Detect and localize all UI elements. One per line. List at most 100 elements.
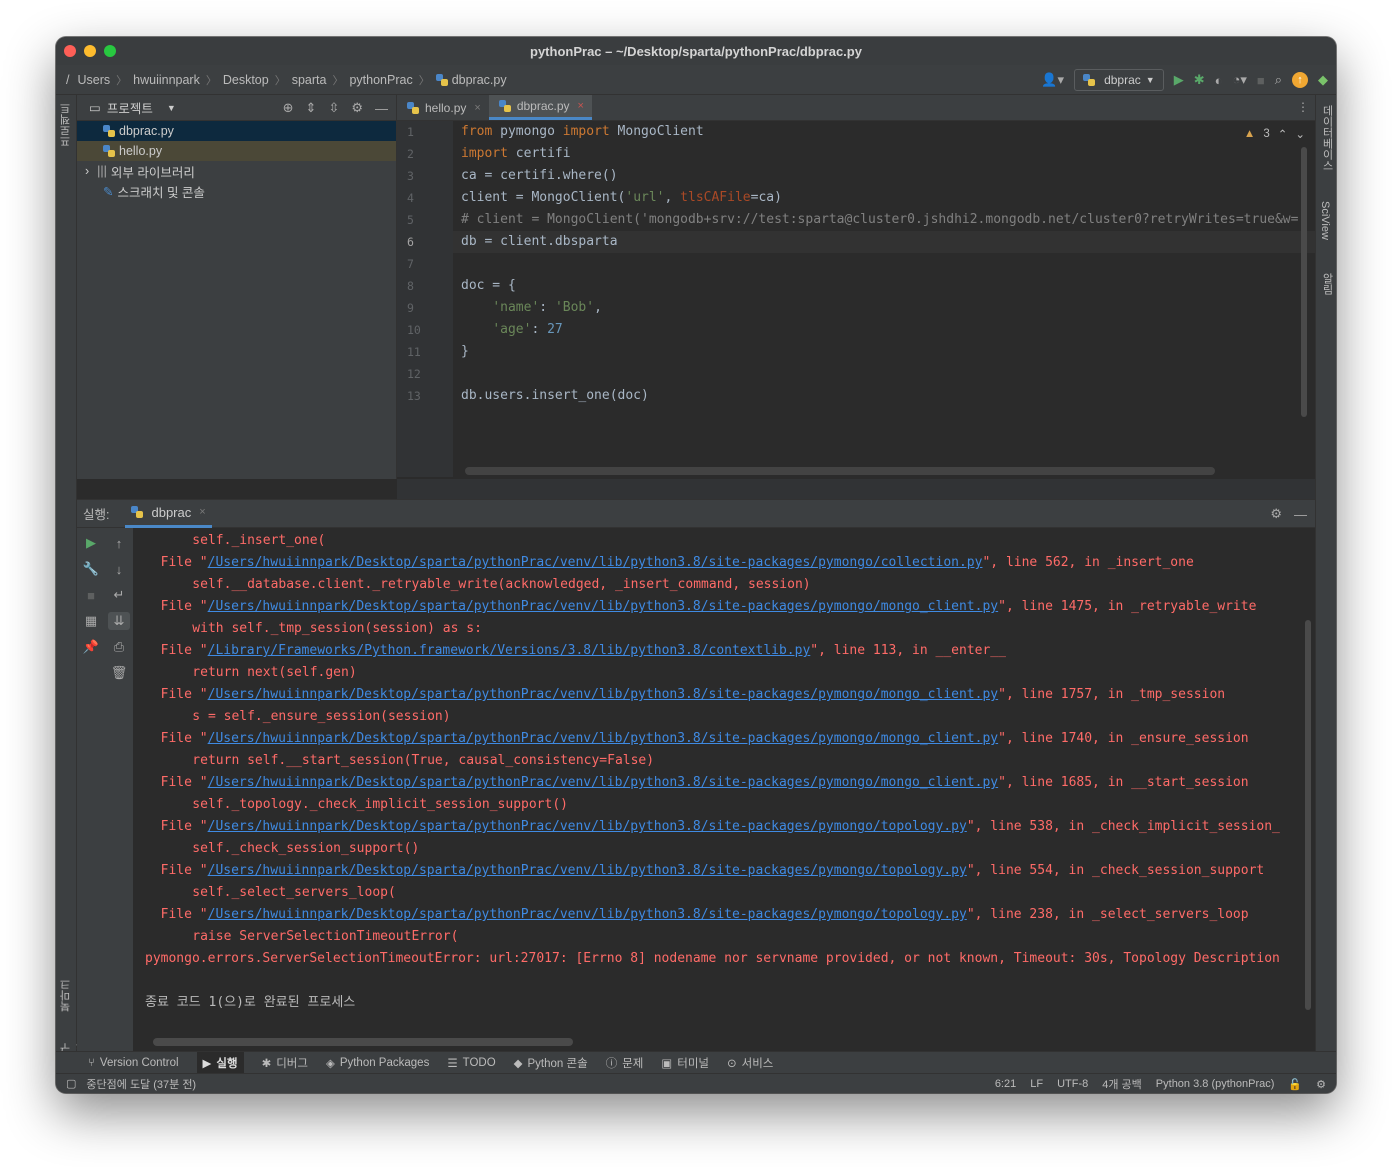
sciview-tool-tab[interactable]: SciView — [1319, 201, 1331, 240]
close-tab-icon[interactable]: × — [578, 100, 584, 112]
code-line[interactable]: 'age': 27 — [453, 319, 1315, 341]
file-path-link[interactable]: /Users/hwuiinnpark/Desktop/sparta/python… — [208, 687, 999, 702]
interpreter[interactable]: Python 3.8 (pythonPrac) — [1156, 1078, 1275, 1090]
editor-vertical-scrollbar[interactable] — [1301, 147, 1307, 417]
update-icon[interactable]: ↑ — [1292, 72, 1308, 88]
project-tool-tab[interactable]: 프로젝트 — [58, 103, 74, 147]
project-item-dbprac[interactable]: dbprac.py — [77, 121, 396, 141]
user-icon[interactable]: 👤▾ — [1041, 72, 1064, 88]
run-config-selector[interactable]: dbprac ▼ — [1074, 69, 1164, 91]
file-path-link[interactable]: /Users/hwuiinnpark/Desktop/sparta/python… — [208, 907, 967, 922]
code-line[interactable]: db.users.insert_one(doc) — [453, 385, 1315, 407]
layout-icon[interactable]: ▦ — [85, 612, 97, 630]
gear-icon[interactable]: ⚙ — [1270, 506, 1282, 522]
file-path-link[interactable]: /Users/hwuiinnpark/Desktop/sparta/python… — [208, 599, 999, 614]
console-output[interactable]: self._insert_one( File "/Users/hwuiinnpa… — [133, 528, 1303, 1024]
code-line[interactable]: import certifi — [453, 143, 1315, 165]
minimize-window-button[interactable] — [84, 45, 96, 57]
debug-icon[interactable]: ✱ — [1194, 72, 1205, 88]
code-line[interactable]: } — [453, 341, 1315, 363]
tool-services[interactable]: ⊙ 서비스 — [727, 1055, 773, 1071]
tool-terminal[interactable]: ▣ 터미널 — [661, 1055, 709, 1071]
run-tab-dbprac[interactable]: dbprac × — [125, 500, 212, 528]
file-path-link[interactable]: /Users/hwuiinnpark/Desktop/sparta/python… — [208, 775, 999, 790]
wrench-icon[interactable]: 🔧 — [83, 560, 99, 578]
hide-icon[interactable]: — — [1294, 507, 1307, 522]
tool-run[interactable]: ▶ 실행 — [196, 1051, 244, 1074]
arrow-down-icon[interactable]: ↓ — [116, 560, 123, 578]
code-line[interactable]: 'name': 'Bob', — [453, 297, 1315, 319]
trash-icon[interactable]: 🗑 — [111, 664, 128, 682]
indent-setting[interactable]: 4개 공백 — [1102, 1076, 1142, 1092]
code-line[interactable]: client = MongoClient('url', tlsCAFile=ca… — [453, 187, 1315, 209]
tool-python-console[interactable]: ◆ Python 콘솔 — [514, 1055, 588, 1071]
coverage-icon[interactable]: ◐ — [1215, 73, 1223, 88]
tool-version-control[interactable]: ⑂ Version Control — [88, 1057, 179, 1069]
gear-icon[interactable]: ⚙ — [351, 100, 363, 116]
code-line[interactable] — [453, 253, 1315, 275]
bookmarks-tool-tab[interactable]: 북마크 — [58, 979, 74, 1012]
breadcrumb-item[interactable]: dbprac.py — [452, 73, 507, 87]
breadcrumb-root[interactable]: / — [66, 73, 69, 87]
pin-icon[interactable]: 📌 — [83, 638, 99, 656]
code-line[interactable]: doc = { — [453, 275, 1315, 297]
line-separator[interactable]: LF — [1030, 1078, 1043, 1090]
notifications-icon[interactable]: ⚙ — [1316, 1078, 1326, 1091]
code-line[interactable]: ca = certifi.where() — [453, 165, 1315, 187]
breadcrumb-item[interactable]: pythonPrac — [349, 73, 412, 87]
file-path-link[interactable]: /Users/hwuiinnpark/Desktop/sparta/python… — [208, 731, 999, 746]
tab-hello-py[interactable]: hello.py × — [397, 95, 489, 120]
hide-icon[interactable]: — — [375, 101, 388, 116]
search-icon[interactable]: ⌕ — [1275, 72, 1282, 88]
print-icon[interactable]: ⎙ — [114, 638, 124, 656]
tool-python-packages[interactable]: ◈ Python Packages — [326, 1056, 429, 1070]
caret-position[interactable]: 6:21 — [995, 1078, 1016, 1090]
locate-icon[interactable]: ⊕ — [283, 100, 294, 116]
code-line[interactable]: # client = MongoClient('mongodb+srv://te… — [453, 209, 1315, 231]
status-message[interactable]: 중단점에 도달 (37분 전) — [86, 1076, 196, 1092]
close-tab-icon[interactable]: × — [474, 102, 480, 114]
arrow-up-icon[interactable]: ↑ — [116, 534, 123, 552]
more-options-icon[interactable]: ⋮ — [1297, 100, 1309, 114]
console-horizontal-scrollbar[interactable] — [153, 1038, 573, 1046]
code-line-current[interactable]: db = client.dbsparta — [453, 231, 1315, 253]
file-path-link[interactable]: /Library/Frameworks/Python.framework/Ver… — [208, 643, 811, 658]
expand-all-icon[interactable]: ⇕ — [306, 100, 317, 116]
lock-icon[interactable]: 🔓 — [1288, 1078, 1302, 1091]
file-path-link[interactable]: /Users/hwuiinnpark/Desktop/sparta/python… — [208, 819, 967, 834]
close-tab-icon[interactable]: × — [199, 506, 205, 518]
tool-todo[interactable]: ☰ TODO — [447, 1056, 495, 1070]
breadcrumb-item[interactable]: sparta — [292, 73, 327, 87]
chevron-up-icon[interactable]: ⌃ — [1278, 127, 1288, 141]
plugin-logo-icon[interactable]: ◆ — [1318, 72, 1328, 88]
scroll-to-end-icon[interactable]: ⇊ — [108, 612, 130, 630]
rerun-icon[interactable]: ▶ — [86, 534, 96, 552]
project-panel-title[interactable]: 프로젝트 — [107, 98, 153, 117]
file-path-link[interactable]: /Users/hwuiinnpark/Desktop/sparta/python… — [208, 863, 967, 878]
chevron-down-icon[interactable]: ▼ — [167, 103, 176, 113]
chevron-down-icon[interactable]: ⌄ — [1295, 127, 1305, 141]
project-item-scratches[interactable]: ✎ 스크래치 및 콘솔 — [77, 181, 396, 201]
database-tool-tab[interactable]: 데이터베이스 — [1319, 105, 1335, 171]
code-line[interactable]: from pymongo import MongoClient — [453, 121, 1315, 143]
notifications-tool-tab[interactable]: 알림 — [1319, 273, 1335, 295]
console-vertical-scrollbar[interactable] — [1305, 620, 1311, 1010]
stop-icon[interactable]: ■ — [1257, 73, 1265, 88]
tool-debug[interactable]: ✱ 디버그 — [262, 1055, 308, 1071]
editor-horizontal-scrollbar[interactable] — [465, 467, 1215, 475]
breadcrumb-item[interactable]: Users — [77, 73, 110, 87]
project-item-hello[interactable]: hello.py — [77, 141, 396, 161]
stop-icon[interactable]: ■ — [87, 586, 95, 604]
panel-toggle-icon[interactable]: ▢ — [66, 1077, 76, 1090]
zoom-window-button[interactable] — [104, 45, 116, 57]
profile-icon[interactable]: ◔▾ — [1232, 72, 1246, 88]
run-icon[interactable]: ▶ — [1174, 72, 1184, 88]
collapse-all-icon[interactable]: ⇳ — [328, 100, 339, 116]
code-area[interactable]: from pymongo import MongoClient import c… — [453, 121, 1315, 477]
inspection-widget[interactable]: ▲ 3 ⌃ ⌄ — [1243, 127, 1305, 141]
tab-dbprac-py[interactable]: dbprac.py × — [488, 95, 592, 120]
project-item-external-libraries[interactable]: › ||| 외부 라이브러리 — [77, 161, 396, 181]
close-window-button[interactable] — [64, 45, 76, 57]
file-encoding[interactable]: UTF-8 — [1057, 1078, 1088, 1090]
code-line[interactable] — [453, 363, 1315, 385]
